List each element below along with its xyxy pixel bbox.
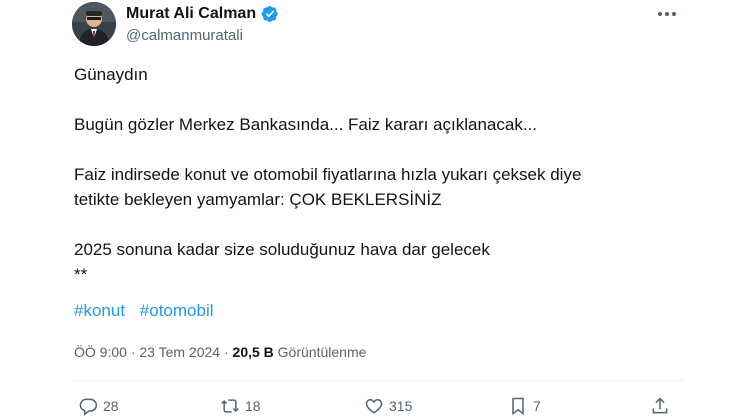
reply-icon <box>79 398 98 416</box>
author-handle[interactable]: @calmanmuratali <box>126 27 243 44</box>
reply-button[interactable]: 28 <box>78 396 119 416</box>
avatar[interactable] <box>72 2 116 46</box>
bookmark-button[interactable]: 7 <box>508 396 541 416</box>
retweet-icon <box>221 399 239 413</box>
tweet-date[interactable]: 23 Tem 2024 <box>139 344 220 360</box>
bookmark-count: 7 <box>533 398 541 414</box>
avatar-image <box>72 2 116 46</box>
retweet-count: 18 <box>245 398 261 414</box>
meta-separator: · <box>223 344 229 360</box>
retweet-button[interactable]: 18 <box>220 396 261 416</box>
more-options-icon[interactable] <box>657 8 677 20</box>
tweet-line: Bugün gözler Merkez Bankasında... Faiz k… <box>74 115 538 134</box>
tweet-line <box>74 212 684 237</box>
views-label: Görüntülenme <box>277 344 367 360</box>
tweet-meta: ÖÖ 9:00 · 23 Tem 2024 · 20,5 B Görüntüle… <box>74 342 366 362</box>
like-button[interactable]: 315 <box>364 396 412 416</box>
tweet-text: Günaydın Bugün gözler Merkez Bankasında.… <box>74 62 684 287</box>
tweet-line <box>74 137 684 162</box>
hashtag-list: #konut #otomobil <box>74 298 224 323</box>
like-count: 315 <box>389 398 413 414</box>
action-bar: 28 18 315 7 <box>78 396 678 420</box>
share-button[interactable] <box>650 396 670 416</box>
tweet-line: 2025 sonuna kadar size soluduğunuz hava … <box>74 240 490 259</box>
tweet-line: Günaydın <box>74 65 148 84</box>
meta-separator: · <box>130 344 136 360</box>
tweet-time[interactable]: ÖÖ 9:00 <box>74 344 127 360</box>
tweet-line <box>74 87 684 112</box>
share-icon <box>652 397 668 414</box>
divider <box>72 380 684 381</box>
hashtag-otomobil[interactable]: #otomobil <box>140 301 214 320</box>
tweet-line: tetikte bekleyen yamyamlar: ÇOK BEKLERSİ… <box>74 190 442 209</box>
bookmark-icon <box>512 397 524 415</box>
reply-count: 28 <box>103 398 119 414</box>
views-count: 20,5 B <box>232 344 274 360</box>
tweet-line: Faiz indirsede konut ve otomobil fiyatla… <box>74 165 582 184</box>
verified-badge-icon <box>261 5 278 23</box>
author-display-name[interactable]: Murat Ali Calman <box>126 5 256 23</box>
like-icon <box>365 398 383 414</box>
tweet-line: ** <box>74 265 88 284</box>
hashtag-konut[interactable]: #konut <box>74 301 125 320</box>
